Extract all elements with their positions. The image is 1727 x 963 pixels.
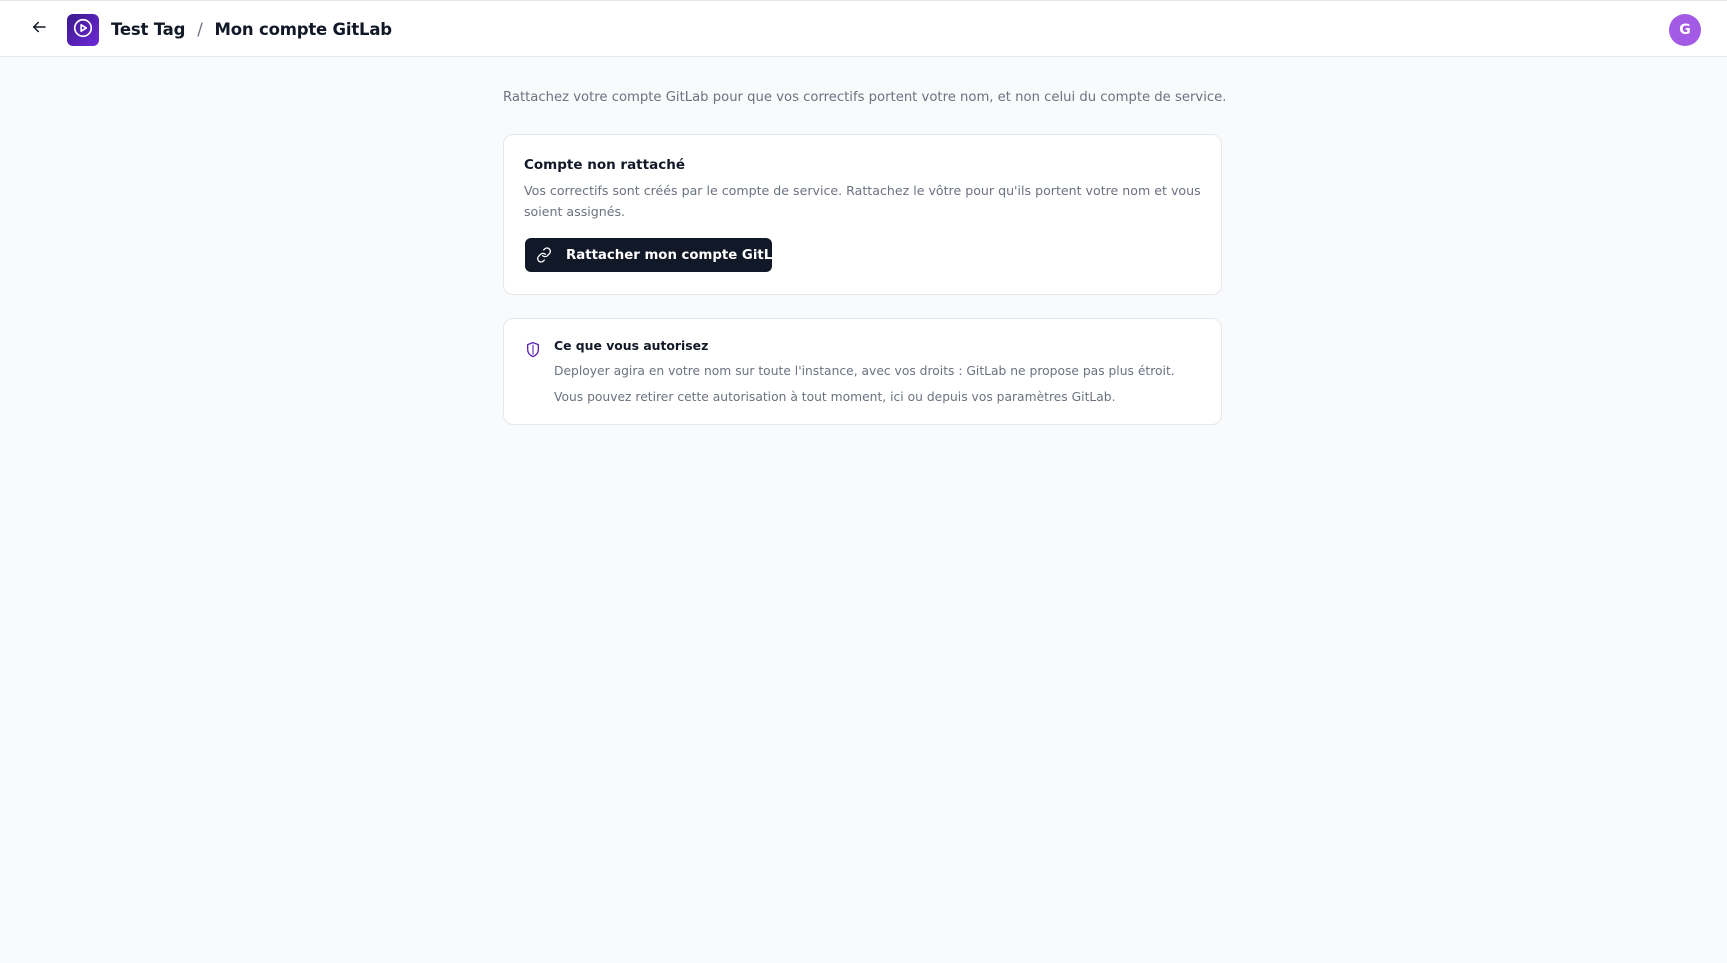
intro-text: Rattachez votre compte GitLab pour que v…	[503, 90, 1227, 105]
page-title: Mon compte GitLab	[214, 20, 393, 39]
status-title: Compte non rattaché	[524, 157, 685, 173]
account-status-card: Compte non rattaché Vos correctifs sont …	[503, 134, 1222, 295]
play-circle-icon	[72, 17, 94, 43]
link-gitlab-account-button[interactable]: Rattacher mon compte GitLab	[525, 238, 791, 272]
back-button[interactable]	[24, 15, 54, 43]
app-logo[interactable]	[67, 14, 99, 46]
top-bar: Test Tag / Mon compte GitLab G	[0, 0, 1727, 57]
breadcrumb-project-link[interactable]: Test Tag	[111, 20, 185, 39]
permissions-line: Deployer agira en votre nom sur toute l'…	[554, 364, 1175, 378]
link-icon	[536, 247, 552, 263]
shield-icon	[525, 341, 541, 359]
breadcrumb-separator: /	[197, 20, 203, 39]
permissions-title: Ce que vous autorisez	[554, 338, 709, 353]
arrow-left-icon	[30, 18, 48, 40]
avatar-initial: G	[1679, 22, 1691, 38]
user-avatar[interactable]: G	[1669, 14, 1701, 46]
permissions-card: Ce que vous autorisez Deployer agira en …	[503, 318, 1222, 425]
breadcrumb: Test Tag / Mon compte GitLab	[111, 1, 392, 58]
permissions-line: Vous pouvez retirer cette autorisation à…	[554, 390, 1116, 404]
status-description: Vos correctifs sont créés par le compte …	[524, 183, 1201, 219]
link-gitlab-account-label: Rattacher mon compte GitLab	[566, 247, 791, 263]
